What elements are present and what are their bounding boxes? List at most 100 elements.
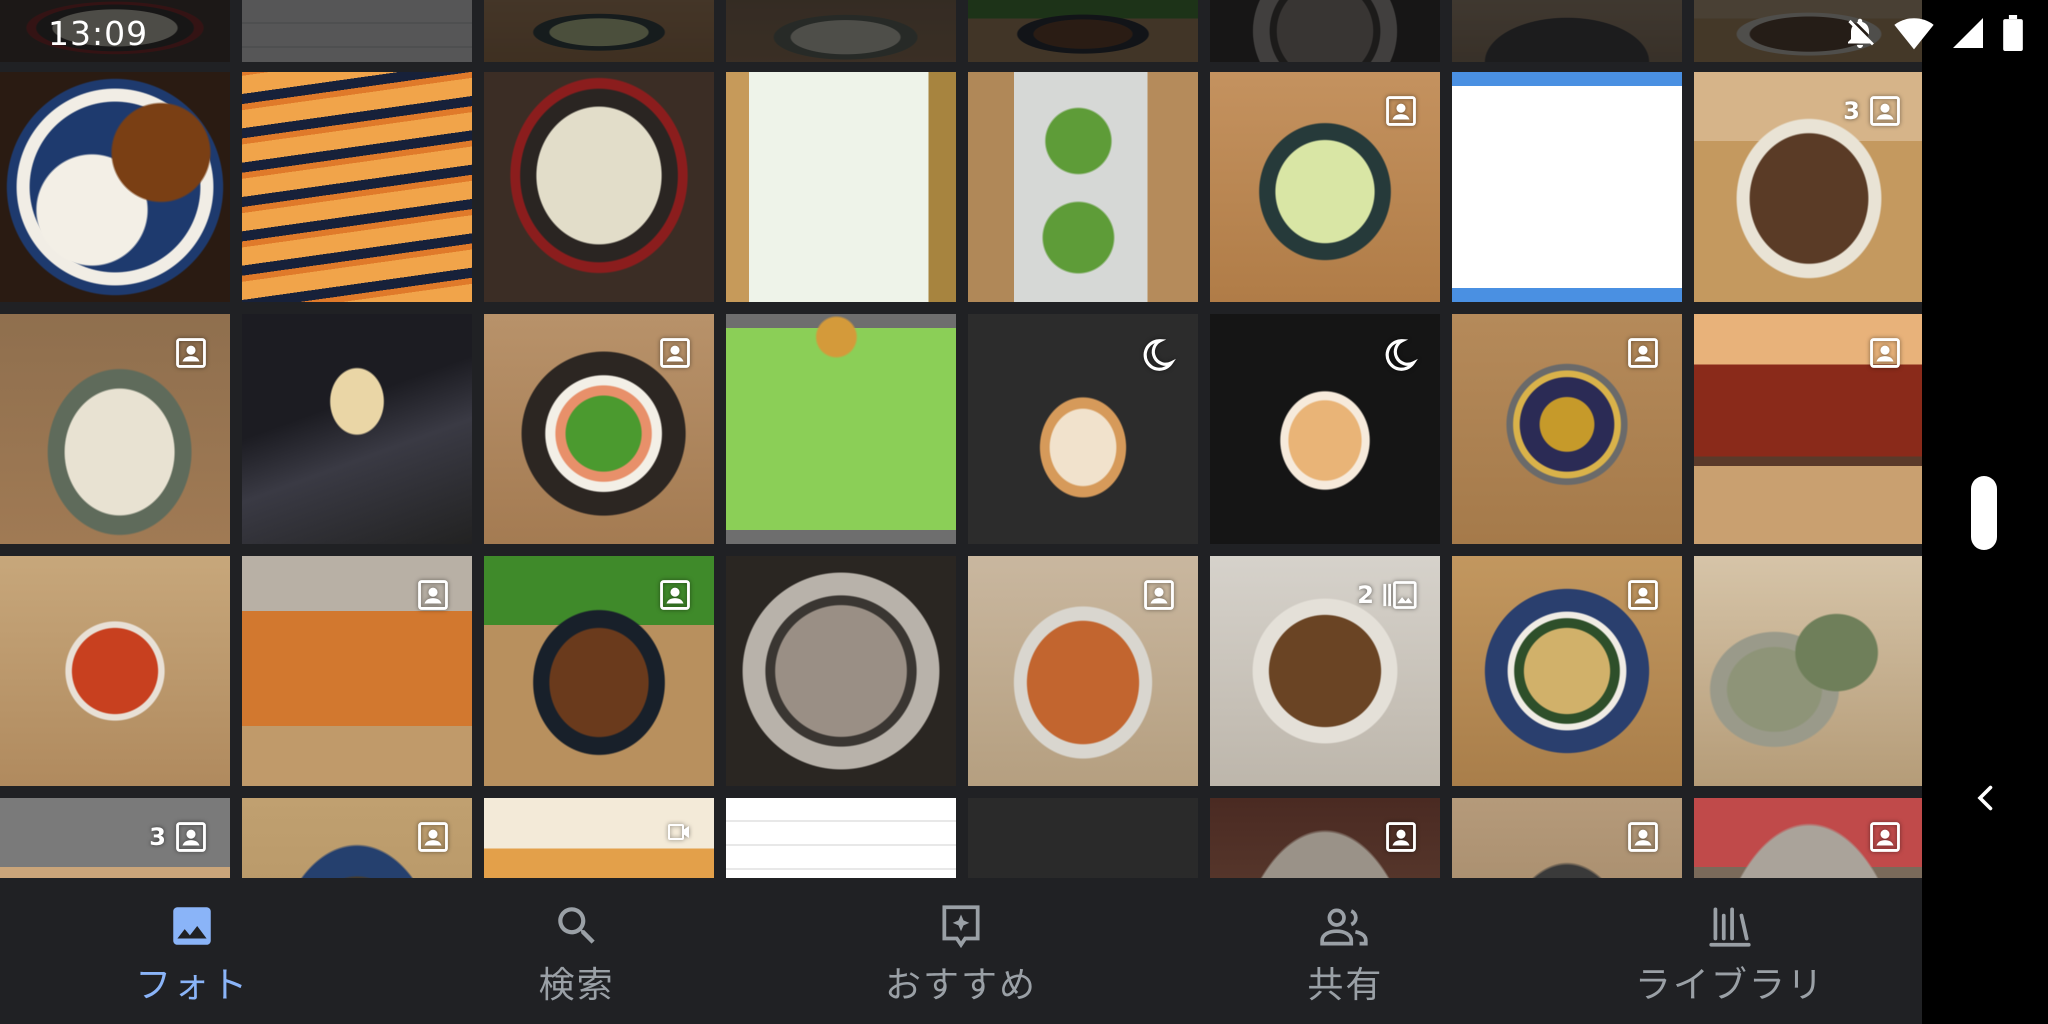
library-icon [1705,898,1755,954]
photo-badge [1868,820,1902,854]
photo-thumbnail-product-sansho-package [726,72,956,302]
portrait-icon [174,820,208,854]
photo-badge [1626,336,1660,370]
photo-tile[interactable] [968,72,1198,302]
nav-item-photos[interactable]: フォト [0,878,384,1024]
photo-badge: 2 [1357,578,1418,612]
photo-tile[interactable] [1210,72,1440,302]
nav-item-for-you[interactable]: おすすめ [769,878,1153,1024]
photo-tile[interactable] [484,556,714,786]
photo-badge [1626,578,1660,612]
photo-tile[interactable] [968,314,1198,544]
photo-badge [1384,94,1418,128]
photo-tile[interactable] [726,556,956,786]
photo-tile[interactable] [0,556,230,786]
photo-tile[interactable] [968,556,1198,786]
night-mode-icon [1380,336,1418,374]
portrait-icon [1142,578,1176,612]
photo-tile[interactable] [726,314,956,544]
photo-thumbnail-food-green-bowl [1694,556,1922,786]
portrait-icon [1868,336,1902,370]
photo-tile[interactable]: 3 [0,798,230,878]
portrait-icon [1384,820,1418,854]
photo-tile[interactable] [726,72,956,302]
photo-tile[interactable] [484,314,714,544]
photo-tile[interactable] [726,798,956,878]
photo-tile[interactable]: 3 [1694,72,1922,302]
photo-thumbnail-screenshot-text-2 [968,798,1198,878]
photo-grid: 3 2 3 [0,72,1922,878]
photo-tile-partial[interactable] [726,0,956,62]
photo-badge [1384,820,1418,854]
collage-icon [1382,578,1418,612]
portrait-icon [1868,94,1902,128]
photo-tile[interactable] [0,72,230,302]
photo-thumbnail-note-sketch [726,314,956,544]
night-mode-icon [1138,336,1176,374]
nav-label-photos: フォト [135,965,250,1006]
portrait-icon [416,578,450,612]
photo-badge [666,820,692,844]
photo-badge-count: 3 [149,823,166,851]
photo-badge [416,578,450,612]
nav-label-sharing: 共有 [1307,965,1384,1006]
photo-icon [167,898,217,954]
photo-thumbnail-screenshot-webpage [1452,72,1682,302]
photo-tile[interactable] [1694,314,1922,544]
photo-tile[interactable] [1452,72,1682,302]
photo-tile-partial[interactable] [968,0,1198,62]
photo-tile[interactable]: 2 [1210,556,1440,786]
photo-badge: 3 [149,820,208,854]
photo-thumbnail-screenshot-text-1 [726,798,956,878]
photo-badge [416,820,450,854]
video-icon [666,820,692,844]
photo-tile[interactable] [484,798,714,878]
nav-item-sharing[interactable]: 共有 [1153,878,1537,1024]
photo-tile[interactable] [242,314,472,544]
nav-item-search[interactable]: 検索 [384,878,768,1024]
photo-tile[interactable] [242,556,472,786]
nav-item-library[interactable]: ライブラリ [1538,878,1922,1024]
fast-scroll-thumb[interactable] [1971,476,1997,550]
photo-tile-partial[interactable] [1210,0,1440,62]
status-time: 13:09 [48,13,149,53]
photo-tile[interactable] [1694,556,1922,786]
photo-tile[interactable] [242,72,472,302]
nav-label-for-you: おすすめ [885,965,1038,1006]
wifi-icon [1894,15,1934,51]
photo-tile-partial[interactable] [242,0,472,62]
photo-row-partial-top [0,0,1922,62]
photo-tile[interactable] [1694,798,1922,878]
photo-badge [1138,336,1176,374]
photo-thumbnail-food-spring-rolls [242,72,472,302]
bottom-navigation: フォト 検索 おすすめ 共有 ライブラリ [0,878,1922,1024]
status-icons [1842,15,2024,51]
photo-thumbnail-food-soft-serve [242,314,472,544]
portrait-icon [416,820,450,854]
photo-grid-area[interactable]: 3 2 3 [0,0,1922,878]
portrait-icon [174,336,208,370]
photo-tile[interactable] [1210,314,1440,544]
photo-tile[interactable] [484,72,714,302]
sharing-icon [1318,898,1372,954]
cellular-signal-icon [1950,15,1986,51]
photo-tile[interactable] [1452,798,1682,878]
battery-icon [2002,15,2024,51]
notifications-off-icon [1842,15,1878,51]
portrait-icon [1626,820,1660,854]
for-you-icon [936,898,986,954]
photo-tile-partial[interactable] [484,0,714,62]
photo-tile[interactable] [242,798,472,878]
photo-tile[interactable] [968,798,1198,878]
back-chevron-icon[interactable] [1968,780,2004,820]
portrait-icon [1626,336,1660,370]
nav-label-library: ライブラリ [1634,965,1825,1006]
photo-badge: 3 [1843,94,1902,128]
photo-tile[interactable] [1210,798,1440,878]
photo-tile[interactable] [1452,556,1682,786]
photo-badge [658,578,692,612]
photo-tile-partial[interactable] [1452,0,1682,62]
photo-tile[interactable] [0,314,230,544]
photo-badge [1142,578,1176,612]
photo-tile[interactable] [1452,314,1682,544]
